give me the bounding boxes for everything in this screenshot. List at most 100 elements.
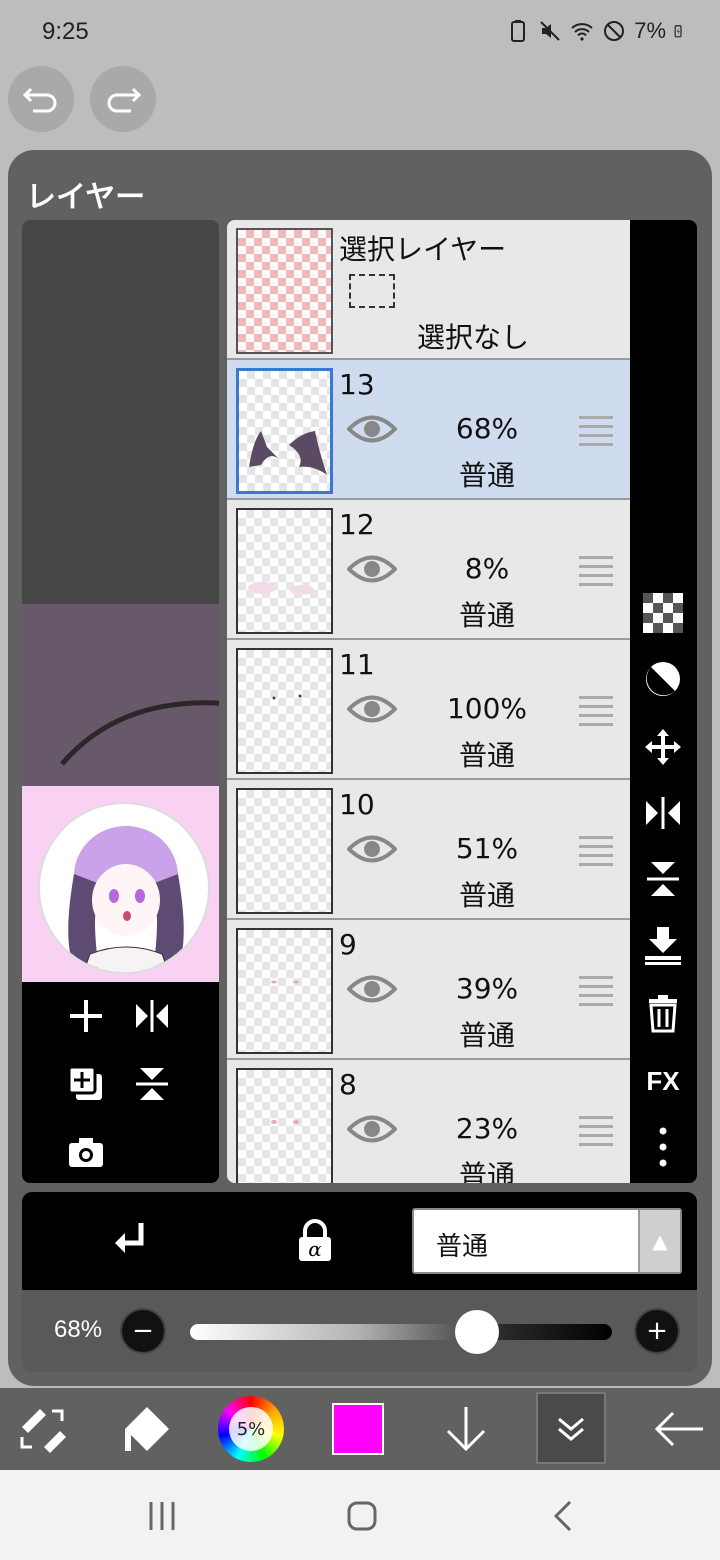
layer-thumbnail (236, 368, 333, 494)
add-layer-button[interactable] (62, 992, 110, 1040)
fx-button[interactable]: FX (640, 1058, 686, 1104)
duplicate-layer-button[interactable] (62, 1060, 110, 1108)
tool-swap-button[interactable] (12, 1396, 72, 1462)
recent-apps-icon (149, 1502, 175, 1530)
undo-button[interactable] (8, 66, 74, 132)
layer-opacity: 39% (455, 972, 519, 1005)
opacity-slider-thumb[interactable] (454, 1310, 499, 1354)
brush-size-label: 5% (229, 1407, 273, 1451)
system-nav-bar (0, 1470, 720, 1560)
drag-handle-icon[interactable] (579, 556, 613, 586)
drag-handle-icon[interactable] (579, 976, 613, 1006)
layer-thumbnail (236, 648, 333, 774)
battery-saver-icon (511, 20, 526, 42)
visibility-eye-icon[interactable] (347, 552, 397, 586)
layer-thumbnail (236, 508, 333, 634)
layer-row-13[interactable]: 13 68% 普通 (227, 360, 630, 500)
move-layer-button[interactable] (640, 724, 686, 770)
layer-row-11[interactable]: 11 100% 普通 (227, 640, 630, 780)
status-bar: 9:25 7% (0, 0, 720, 64)
merge-down-icon (645, 927, 681, 965)
layer-number: 9 (339, 928, 357, 961)
opacity-decrease-button[interactable]: − (120, 1308, 166, 1354)
flip-layer-vertical-button[interactable] (640, 856, 686, 902)
layer-blend-mode: 普通 (458, 739, 515, 772)
redo-icon (107, 87, 142, 113)
clipping-button[interactable] (640, 656, 686, 702)
home-button[interactable] (342, 1498, 382, 1534)
layer-list[interactable]: 選択レイヤー 選択なし 13 68% 普通 12 8% 普通 11 100% 普… (227, 220, 630, 1183)
opacity-slider-track[interactable] (190, 1324, 612, 1340)
current-color-button[interactable] (330, 1396, 386, 1462)
camera-import-button[interactable] (62, 1128, 110, 1176)
flip-horizontal-icon (646, 797, 680, 829)
blend-mode-dropdown[interactable]: 普通 ▲ (412, 1208, 682, 1274)
arrow-down-icon (446, 1407, 486, 1452)
delete-layer-button[interactable] (640, 990, 686, 1036)
layer-number: 12 (339, 508, 375, 541)
battery-charging-icon (674, 25, 682, 38)
move-down-button[interactable] (434, 1396, 498, 1462)
visibility-eye-icon[interactable] (347, 972, 397, 1006)
move-arrows-icon (645, 729, 681, 765)
half-circle-icon (646, 662, 680, 696)
layer-opacity: 51% (455, 832, 519, 865)
wifi-icon (571, 23, 593, 41)
drag-handle-icon[interactable] (579, 836, 613, 866)
canvas-preview (22, 220, 219, 1183)
layer-blend-mode: 普通 (458, 1159, 515, 1183)
undo-icon (22, 87, 57, 113)
flip-layer-horizontal-button[interactable] (640, 790, 686, 836)
visibility-eye-icon[interactable] (347, 832, 397, 866)
artwork-thumbnail[interactable] (22, 786, 219, 982)
system-back-button[interactable] (544, 1498, 584, 1534)
opacity-bar: 68% − + (22, 1290, 697, 1372)
layer-blend-mode: 普通 (458, 879, 515, 912)
back-button[interactable] (646, 1396, 712, 1462)
visibility-eye-icon[interactable] (347, 692, 397, 726)
selection-status: 選択なし (417, 321, 530, 354)
flip-horizontal-button[interactable] (128, 992, 176, 1040)
merge-down-button[interactable] (640, 922, 686, 968)
alpha-lock-button[interactable]: α (290, 1216, 340, 1266)
brush-size-button[interactable]: 5% (216, 1396, 286, 1462)
home-icon (347, 1501, 377, 1531)
visibility-eye-icon[interactable] (347, 412, 397, 446)
redo-button[interactable] (90, 66, 156, 132)
layer-number: 10 (339, 788, 375, 821)
drag-handle-icon[interactable] (579, 1116, 613, 1146)
fill-tool-button[interactable] (114, 1396, 180, 1462)
flip-vertical-icon (647, 862, 679, 896)
brush-eraser-swap-icon (20, 1409, 66, 1453)
double-chevron-down-icon (558, 1417, 584, 1441)
layer-row-9[interactable]: 9 39% 普通 (227, 920, 630, 1060)
opacity-increase-button[interactable]: + (634, 1308, 680, 1354)
transparency-button[interactable] (640, 590, 686, 636)
selection-layer-title: 選択レイヤー (339, 233, 507, 266)
trash-icon (649, 995, 677, 1033)
drag-handle-icon[interactable] (579, 696, 613, 726)
clip-to-below-button[interactable] (106, 1216, 156, 1266)
drag-handle-icon[interactable] (579, 416, 613, 446)
mute-icon (540, 21, 560, 41)
recent-apps-button[interactable] (142, 1498, 182, 1534)
flip-vertical-button[interactable] (128, 1060, 176, 1108)
layer-thumbnail (236, 1068, 333, 1183)
layer-row-8[interactable]: 8 23% 普通 (227, 1060, 630, 1183)
blend-mode-value: 普通 (436, 1232, 489, 1262)
layer-row-12[interactable]: 12 8% 普通 (227, 500, 630, 640)
alpha-lock-icon: α (299, 1219, 331, 1261)
color-swatch (332, 1403, 384, 1455)
selection-layer-row[interactable]: 選択レイヤー 選択なし (227, 220, 630, 360)
more-options-button[interactable] (640, 1124, 686, 1170)
diamond-fill-icon (125, 1407, 169, 1451)
layer-row-10[interactable]: 10 51% 普通 (227, 780, 630, 920)
status-icons: 7% (506, 18, 688, 44)
opacity-value-label: 68% (54, 1316, 103, 1343)
visibility-eye-icon[interactable] (347, 1112, 397, 1146)
layer-blend-mode: 普通 (458, 459, 515, 492)
collapse-panel-button[interactable] (536, 1392, 606, 1464)
dropdown-arrow-icon: ▲ (638, 1210, 680, 1272)
layer-opacity: 100% (446, 692, 528, 725)
layer-blend-mode: 普通 (458, 599, 515, 632)
